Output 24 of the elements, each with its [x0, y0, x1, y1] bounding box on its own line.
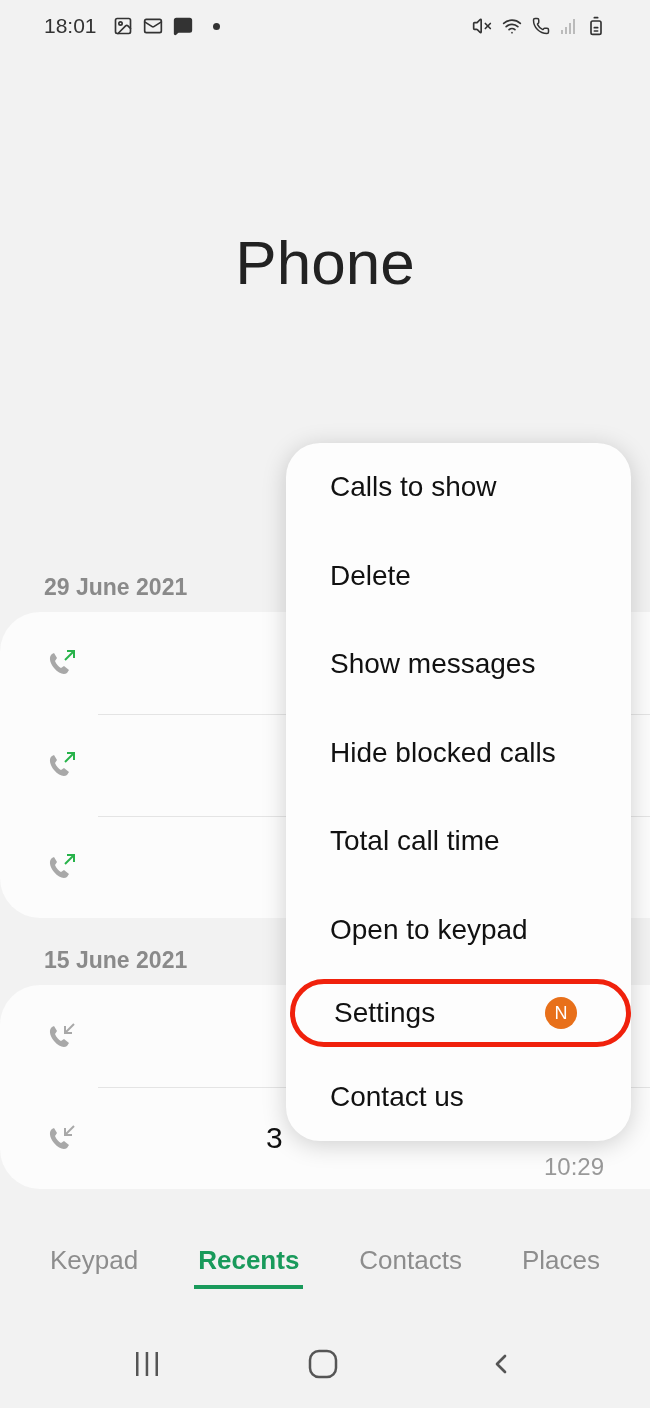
menu-item[interactable]: Total call time	[286, 797, 631, 886]
mute-icon	[472, 16, 492, 36]
mail-icon	[142, 16, 163, 36]
wifi-icon	[502, 16, 522, 36]
menu-item[interactable]: Open to keypad	[286, 885, 631, 974]
caller-name: 3	[266, 1121, 283, 1155]
message-icon	[172, 16, 193, 36]
home-icon	[308, 1349, 338, 1379]
menu-item[interactable]: Calls to show	[286, 443, 631, 532]
menu-item[interactable]: Settings N	[290, 979, 631, 1047]
page-title: Phone	[235, 227, 415, 299]
status-time: 18:01	[44, 14, 97, 38]
date-header: 29 June 2021	[44, 573, 188, 602]
signal-icon	[560, 17, 576, 35]
menu-item[interactable]: Hide blocked calls	[286, 708, 631, 797]
image-icon	[112, 16, 133, 36]
call-time: 10:29	[543, 1153, 604, 1181]
date-header: 15 June 2021	[44, 946, 188, 975]
new-badge: N	[545, 997, 577, 1029]
dot-icon	[212, 22, 220, 30]
menu-item[interactable]: Show messages	[286, 620, 631, 709]
call-icon	[532, 17, 550, 35]
menu-item[interactable]: Delete	[286, 531, 631, 620]
menu-item[interactable]: Contact us	[286, 1052, 631, 1141]
